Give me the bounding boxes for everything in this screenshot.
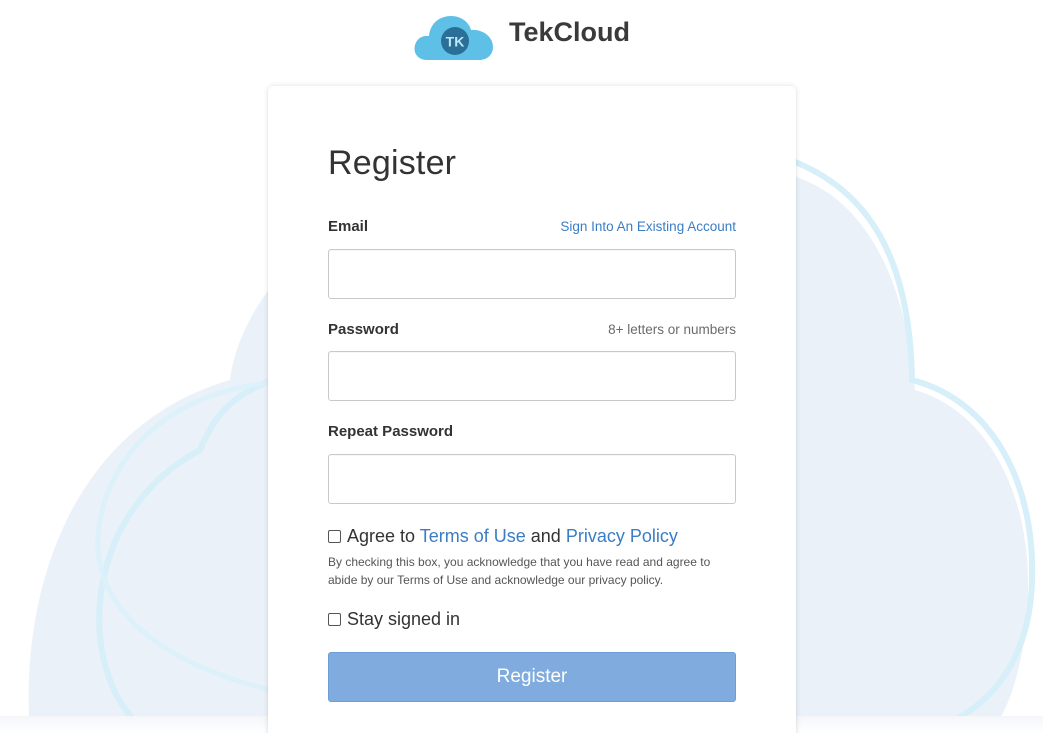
register-page: TK TekCloud Register Email Sign Into An … (0, 0, 1043, 733)
logo-letters: TK (446, 34, 465, 50)
agree-text: Agree to Terms of Use and Privacy Policy (347, 526, 678, 547)
register-card: Register Email Sign Into An Existing Acc… (268, 86, 796, 733)
brand-header: TK TekCloud (0, 8, 1043, 62)
sign-in-link[interactable]: Sign Into An Existing Account (560, 219, 736, 234)
page-title: Register (328, 144, 457, 182)
email-label-row: Email Sign Into An Existing Account (328, 218, 736, 235)
agree-conjunction: and (530, 526, 561, 546)
agree-prefix: Agree to (347, 526, 416, 546)
privacy-policy-link[interactable]: Privacy Policy (566, 526, 678, 546)
register-button[interactable]: Register (328, 652, 736, 702)
repeat-password-label-row: Repeat Password (328, 423, 736, 440)
logo-cloud-icon: TK (414, 16, 493, 60)
password-field[interactable] (328, 351, 736, 401)
repeat-password-field[interactable] (328, 454, 736, 504)
password-hint: 8+ letters or numbers (608, 322, 736, 337)
password-label: Password (328, 321, 399, 338)
brand-name: TekCloud (509, 16, 630, 47)
email-field[interactable] (328, 249, 736, 299)
stay-signed-in-label: Stay signed in (347, 609, 461, 629)
agree-checkbox[interactable] (328, 530, 341, 543)
agree-row: Agree to Terms of Use and Privacy Policy (328, 526, 678, 547)
stay-signed-in-row: Stay signed in (328, 609, 460, 630)
repeat-password-label: Repeat Password (328, 423, 454, 440)
password-label-row: Password 8+ letters or numbers (328, 321, 736, 338)
terms-of-use-link[interactable]: Terms of Use (420, 526, 526, 546)
agree-disclaimer: By checking this box, you acknowledge th… (328, 555, 711, 587)
email-label: Email (328, 218, 369, 235)
stay-signed-in-checkbox[interactable] (328, 613, 341, 626)
